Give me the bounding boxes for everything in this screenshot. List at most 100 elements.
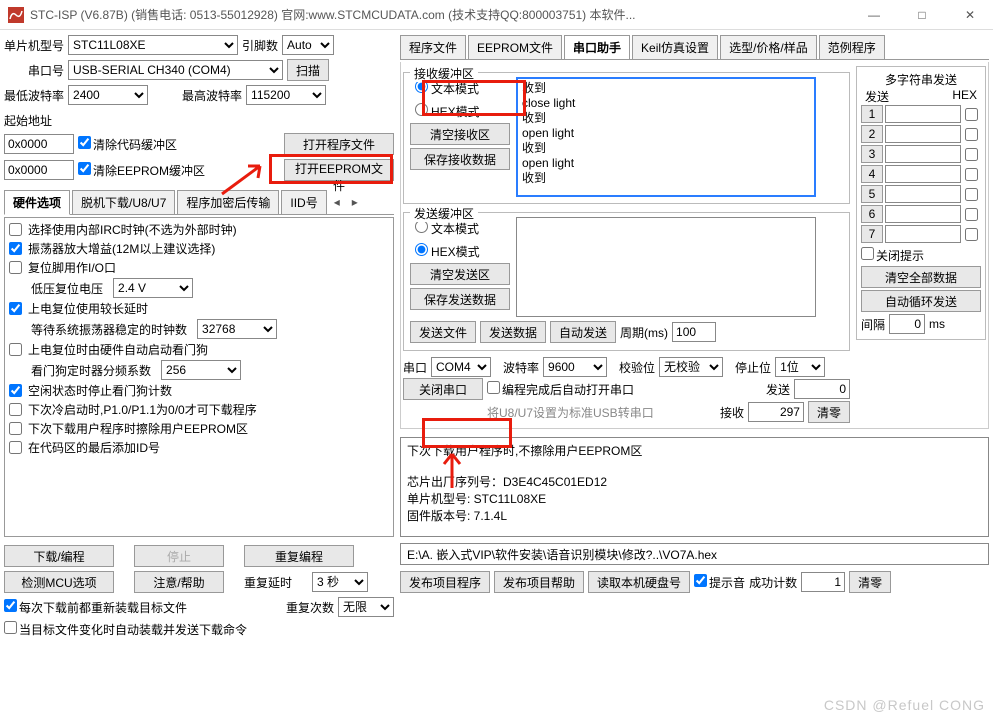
cb-auto-open[interactable] <box>487 381 500 394</box>
read-disk-button[interactable]: 读取本机硬盘号 <box>588 571 690 593</box>
tab-offline[interactable]: 脱机下载/U8/U7 <box>72 190 175 214</box>
hw-option-checkbox[interactable] <box>9 242 22 255</box>
open-eeprom-button[interactable]: 打开EEPROM文件 <box>284 159 394 181</box>
hw-option-item[interactable]: 在代码区的最后添加ID号 <box>7 438 391 457</box>
hw-option-select[interactable]: 2.4 V <box>113 278 193 298</box>
redelay-select[interactable]: 3 秒 <box>312 572 368 592</box>
multi-hex-cb-wrap[interactable] <box>963 145 981 163</box>
tab-encrypt[interactable]: 程序加密后传输 <box>177 190 279 214</box>
cb-reload[interactable] <box>4 599 17 612</box>
cb-close-prompt[interactable] <box>861 247 874 260</box>
tab-iid[interactable]: IID号 <box>281 190 326 214</box>
close-button[interactable]: ✕ <box>955 0 985 30</box>
multi-hex-cb[interactable] <box>965 128 978 141</box>
multi-send-input[interactable] <box>885 105 961 123</box>
hw-option-checkbox[interactable] <box>9 403 22 416</box>
multi-send-input[interactable] <box>885 225 961 243</box>
tab-nav-right[interactable]: ▸ <box>347 195 363 209</box>
multi-send-input[interactable] <box>885 165 961 183</box>
hw-option-checkbox[interactable] <box>9 343 22 356</box>
clear-count-button[interactable]: 清零 <box>808 401 850 423</box>
clear-all-button[interactable]: 清空全部数据 <box>861 266 981 288</box>
tx-mode-hex-wrap[interactable]: HEX模式 <box>410 240 510 260</box>
stop-button[interactable]: 停止 <box>134 545 224 567</box>
scan-button[interactable]: 扫描 <box>287 59 329 81</box>
pub-help-button[interactable]: 发布项目帮助 <box>494 571 584 593</box>
cb-close-prompt-wrap[interactable]: 关闭提示 <box>861 249 924 263</box>
multi-send-btn[interactable]: 2 <box>861 125 883 143</box>
multi-hex-cb[interactable] <box>965 208 978 221</box>
hw-option-item[interactable]: 下次下载用户程序时擦除用户EEPROM区 <box>7 419 391 438</box>
tab-hw-options[interactable]: 硬件选项 <box>4 190 70 215</box>
cb-clear-code-wrap[interactable]: 清除代码缓冲区 <box>78 136 177 153</box>
save-rx-button[interactable]: 保存接收数据 <box>410 148 510 170</box>
multi-send-input[interactable] <box>885 125 961 143</box>
parity-select[interactable]: 无校验 <box>659 357 723 377</box>
pin-select[interactable]: Auto <box>282 35 334 55</box>
cb-reload-wrap[interactable]: 每次下载前都重新装载目标文件 <box>4 599 282 616</box>
hw-option-item[interactable]: 上电复位时由硬件自动启动看门狗 <box>7 340 391 359</box>
port-com-select[interactable]: COM4 <box>431 357 491 377</box>
clear-tx-button[interactable]: 清空发送区 <box>410 263 510 285</box>
hw-option-select[interactable]: 256 <box>161 360 241 380</box>
hw-option-item[interactable]: 复位脚用作I/O口 <box>7 258 391 277</box>
multi-hex-cb-wrap[interactable] <box>963 125 981 143</box>
multi-send-btn[interactable]: 3 <box>861 145 883 163</box>
hw-option-item[interactable]: 上电复位使用较长延时 <box>7 299 391 318</box>
tab-sample[interactable]: 范例程序 <box>819 35 885 59</box>
maximize-button[interactable]: □ <box>907 0 937 30</box>
multi-send-btn[interactable]: 1 <box>861 105 883 123</box>
tx-textarea[interactable] <box>516 217 816 317</box>
minbaud-select[interactable]: 2400 <box>68 85 148 105</box>
tab-eepromfile[interactable]: EEPROM文件 <box>468 35 562 59</box>
multi-send-input[interactable] <box>885 145 961 163</box>
hw-option-item[interactable]: 下次冷启动时,P1.0/P1.1为0/0才可下载程序 <box>7 400 391 419</box>
hw-option-item[interactable]: 低压复位电压2.4 V <box>7 277 391 299</box>
auto-send-button[interactable]: 自动发送 <box>550 321 616 343</box>
multi-hex-cb-wrap[interactable] <box>963 165 981 183</box>
cb-clear-code[interactable] <box>78 136 91 149</box>
tab-uart[interactable]: 串口助手 <box>564 35 630 60</box>
multi-hex-cb-wrap[interactable] <box>963 105 981 123</box>
multi-send-btn[interactable]: 7 <box>861 225 883 243</box>
clear-succ-button[interactable]: 清零 <box>849 571 891 593</box>
com-select[interactable]: USB-SERIAL CH340 (COM4) <box>68 60 283 80</box>
multi-hex-cb[interactable] <box>965 228 978 241</box>
tab-price[interactable]: 选型/价格/样品 <box>720 35 817 59</box>
minimize-button[interactable]: — <box>859 0 889 30</box>
multi-hex-cb[interactable] <box>965 148 978 161</box>
multi-hex-cb-wrap[interactable] <box>963 205 981 223</box>
hw-option-checkbox[interactable] <box>9 384 22 397</box>
hw-option-checkbox[interactable] <box>9 441 22 454</box>
multi-send-btn[interactable]: 4 <box>861 165 883 183</box>
addr2-input[interactable] <box>4 160 74 180</box>
rx-textarea[interactable]: 收到close light收到open light收到open light收到 <box>516 77 816 197</box>
addr1-input[interactable] <box>4 134 74 154</box>
send-data-button[interactable]: 发送数据 <box>480 321 546 343</box>
hw-option-checkbox[interactable] <box>9 261 22 274</box>
hw-option-item[interactable]: 空闲状态时停止看门狗计数 <box>7 381 391 400</box>
check-mcu-button[interactable]: 检测MCU选项 <box>4 571 114 593</box>
cb-autosend[interactable] <box>4 621 17 634</box>
stop-select[interactable]: 1位 <box>775 357 825 377</box>
multi-send-input[interactable] <box>885 185 961 203</box>
tx-mode-hex[interactable] <box>415 243 428 256</box>
hw-option-item[interactable]: 等待系统振荡器稳定的时钟数32768 <box>7 318 391 340</box>
tab-progfile[interactable]: 程序文件 <box>400 35 466 59</box>
pub-prog-button[interactable]: 发布项目程序 <box>400 571 490 593</box>
mcu-select[interactable]: STC11L08XE <box>68 35 238 55</box>
open-prog-button[interactable]: 打开程序文件 <box>284 133 394 155</box>
multi-hex-cb-wrap[interactable] <box>963 185 981 203</box>
auto-cycle-button[interactable]: 自动循环发送 <box>861 290 981 312</box>
port-baud-select[interactable]: 9600 <box>543 357 607 377</box>
send-file-button[interactable]: 发送文件 <box>410 321 476 343</box>
hw-option-item[interactable]: 振荡器放大增益(12M以上建议选择) <box>7 239 391 258</box>
hw-option-checkbox[interactable] <box>9 302 22 315</box>
multi-send-input[interactable] <box>885 205 961 223</box>
download-button[interactable]: 下载/编程 <box>4 545 114 567</box>
cb-clear-eeprom-wrap[interactable]: 清除EEPROM缓冲区 <box>78 162 205 179</box>
hw-option-checkbox[interactable] <box>9 223 22 236</box>
multi-hex-cb[interactable] <box>965 188 978 201</box>
tab-keil[interactable]: Keil仿真设置 <box>632 35 718 59</box>
multi-hex-cb[interactable] <box>965 168 978 181</box>
